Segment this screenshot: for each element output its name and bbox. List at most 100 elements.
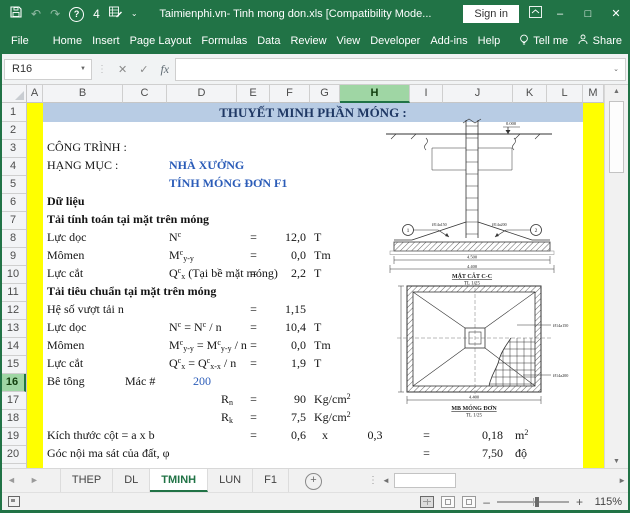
ribbon-tab-page-layout[interactable]: Page Layout xyxy=(125,28,197,54)
column-a-fill[interactable] xyxy=(27,103,43,468)
horizontal-scroll-thumb[interactable] xyxy=(393,473,456,488)
sheet-tab-dl[interactable]: DL xyxy=(113,469,151,492)
sign-in-button[interactable]: Sign in xyxy=(463,5,519,23)
row-header[interactable]: 10 xyxy=(0,266,26,284)
expand-formula-bar-icon[interactable]: ⌄ xyxy=(613,65,619,73)
cell-g8[interactable]: T xyxy=(314,230,321,248)
cell-e9[interactable]: = xyxy=(237,248,270,266)
cell-d17[interactable]: Rn xyxy=(167,392,233,410)
page-break-view-icon[interactable] xyxy=(462,495,477,508)
cell-b4[interactable]: HẠNG MỤC : xyxy=(47,158,118,176)
row-header[interactable]: 14 xyxy=(0,338,26,356)
column-header[interactable]: G xyxy=(310,85,340,103)
ribbon-tab-data[interactable]: Data xyxy=(252,28,285,54)
column-header[interactable]: B xyxy=(43,85,123,103)
cell-b11[interactable]: Tải tiêu chuẩn tại mặt trên móng xyxy=(47,284,216,302)
cell-f13[interactable]: 10,4 xyxy=(270,320,306,338)
row-header[interactable]: 18 xyxy=(0,410,26,428)
select-all-corner[interactable] xyxy=(0,85,27,103)
cell-i20[interactable]: = xyxy=(410,446,443,464)
ribbon-tab-review[interactable]: Review xyxy=(285,28,331,54)
enter-icon[interactable]: ✓ xyxy=(133,63,154,76)
cell-f18[interactable]: 7,5 xyxy=(270,410,306,428)
row-header[interactable]: 7 xyxy=(0,212,26,230)
column-header[interactable]: K xyxy=(513,85,547,103)
formula-input[interactable]: ⌄ xyxy=(175,57,626,81)
cell-e14[interactable]: = xyxy=(237,338,270,356)
cell-f12[interactable]: 1,15 xyxy=(270,302,306,320)
column-header[interactable]: M xyxy=(583,85,604,103)
cell-e10[interactable]: = xyxy=(237,266,270,284)
cell-f14[interactable]: 0,0 xyxy=(270,338,306,356)
cell-b6[interactable]: Dữ liệu xyxy=(47,194,85,212)
cell-e19[interactable]: = xyxy=(237,428,270,446)
row-header[interactable]: 5 xyxy=(0,176,26,194)
cell-b19[interactable]: Kích thước cột = a x b xyxy=(47,428,155,446)
sheet-next-icon[interactable]: ► xyxy=(23,469,46,492)
zoom-level[interactable]: 115% xyxy=(590,496,622,508)
cell-d13[interactable]: Nc = Nc / n xyxy=(169,320,222,338)
share-button[interactable]: Share xyxy=(578,34,622,48)
save-icon[interactable] xyxy=(10,5,22,23)
cell-f9[interactable]: 0,0 xyxy=(270,248,306,266)
vertical-scroll-thumb[interactable] xyxy=(609,101,624,173)
cell-e18[interactable]: = xyxy=(237,410,270,428)
cell-k20[interactable]: độ xyxy=(515,446,527,464)
cell-e13[interactable]: = xyxy=(237,320,270,338)
minimize-button[interactable]: – xyxy=(546,0,574,28)
scroll-down-icon[interactable]: ▼ xyxy=(605,458,628,465)
sheet-tab-thep[interactable]: THEP xyxy=(59,469,114,492)
cell-b16[interactable]: Bê tông xyxy=(47,374,85,392)
column-header[interactable]: E xyxy=(237,85,270,103)
cell-i19[interactable]: = xyxy=(410,428,443,446)
cell-b15[interactable]: Lực cắt xyxy=(47,356,83,374)
cell-d8[interactable]: Nc xyxy=(169,230,181,248)
column-header[interactable]: I xyxy=(410,85,443,103)
zoom-out-icon[interactable]: – xyxy=(483,495,490,509)
cell-f19[interactable]: 0,6 xyxy=(270,428,306,446)
sheet-tab-lun[interactable]: LUN xyxy=(208,469,254,492)
page-layout-view-icon[interactable] xyxy=(441,495,456,508)
row-header[interactable]: 19 xyxy=(0,428,26,446)
cell-j20[interactable]: 7,50 xyxy=(443,446,503,464)
cell-h19[interactable]: 0,3 xyxy=(340,428,410,446)
row-header[interactable]: 20 xyxy=(0,446,26,464)
foundation-section-drawing[interactable]: 0.000 1 2 Ø14a150 Ø14a200 4.500 4.400 MẶ… xyxy=(380,118,565,285)
row-header[interactable]: 2 xyxy=(0,122,26,140)
row-header[interactable]: 3 xyxy=(0,140,26,158)
cell-d5[interactable]: TÍNH MÓNG ĐƠN F1 xyxy=(169,176,287,194)
undo-icon[interactable]: ↶ xyxy=(31,8,41,20)
sheet-tab-f1[interactable]: F1 xyxy=(253,469,289,492)
ribbon-tab-insert[interactable]: Insert xyxy=(87,28,125,54)
cell-f10[interactable]: 2,2 xyxy=(270,266,306,284)
ribbon-tab-view[interactable]: View xyxy=(332,28,366,54)
maximize-button[interactable]: □ xyxy=(574,0,602,28)
zoom-in-icon[interactable]: + xyxy=(576,495,583,509)
ribbon-display-options-icon[interactable] xyxy=(529,5,542,23)
zoom-slider-thumb[interactable] xyxy=(534,496,539,507)
cell-b8[interactable]: Lực dọc xyxy=(47,230,87,248)
ribbon-tab-developer[interactable]: Developer xyxy=(365,28,425,54)
vertical-scrollbar[interactable]: ▲ ▼ xyxy=(604,85,628,468)
cell-e8[interactable]: = xyxy=(237,230,270,248)
cell-f15[interactable]: 1,9 xyxy=(270,356,306,374)
column-header[interactable]: A xyxy=(27,85,43,103)
normal-view-icon[interactable] xyxy=(420,495,435,508)
row-header[interactable]: 1 xyxy=(0,103,26,122)
cell-e12[interactable]: = xyxy=(237,302,270,320)
cell-b7[interactable]: Tải tính toán tại mặt trên móng xyxy=(47,212,209,230)
cell-d18[interactable]: Rk xyxy=(167,410,233,428)
column-header-selected[interactable]: H xyxy=(340,85,410,103)
cell-d9[interactable]: Mcy-y xyxy=(169,248,194,266)
sheet-tab-tminh-active[interactable]: TMINH xyxy=(150,469,209,492)
cell-b13[interactable]: Lực dọc xyxy=(47,320,87,338)
qat-sheet-icon[interactable] xyxy=(108,5,122,23)
cell-b12[interactable]: Hệ số vượt tải n xyxy=(47,302,124,320)
name-box[interactable]: R16 ▼ xyxy=(4,58,92,80)
row-header[interactable]: 6 xyxy=(0,194,26,212)
cell-d4[interactable]: NHÀ XƯỞNG xyxy=(169,158,244,176)
horizontal-scrollbar[interactable]: ◄ ► xyxy=(381,473,628,488)
qat-page-button[interactable]: 4 xyxy=(93,8,100,20)
ribbon-tab-add-ins[interactable]: Add-ins xyxy=(425,28,472,54)
cell-d16[interactable]: 200 xyxy=(193,374,211,392)
